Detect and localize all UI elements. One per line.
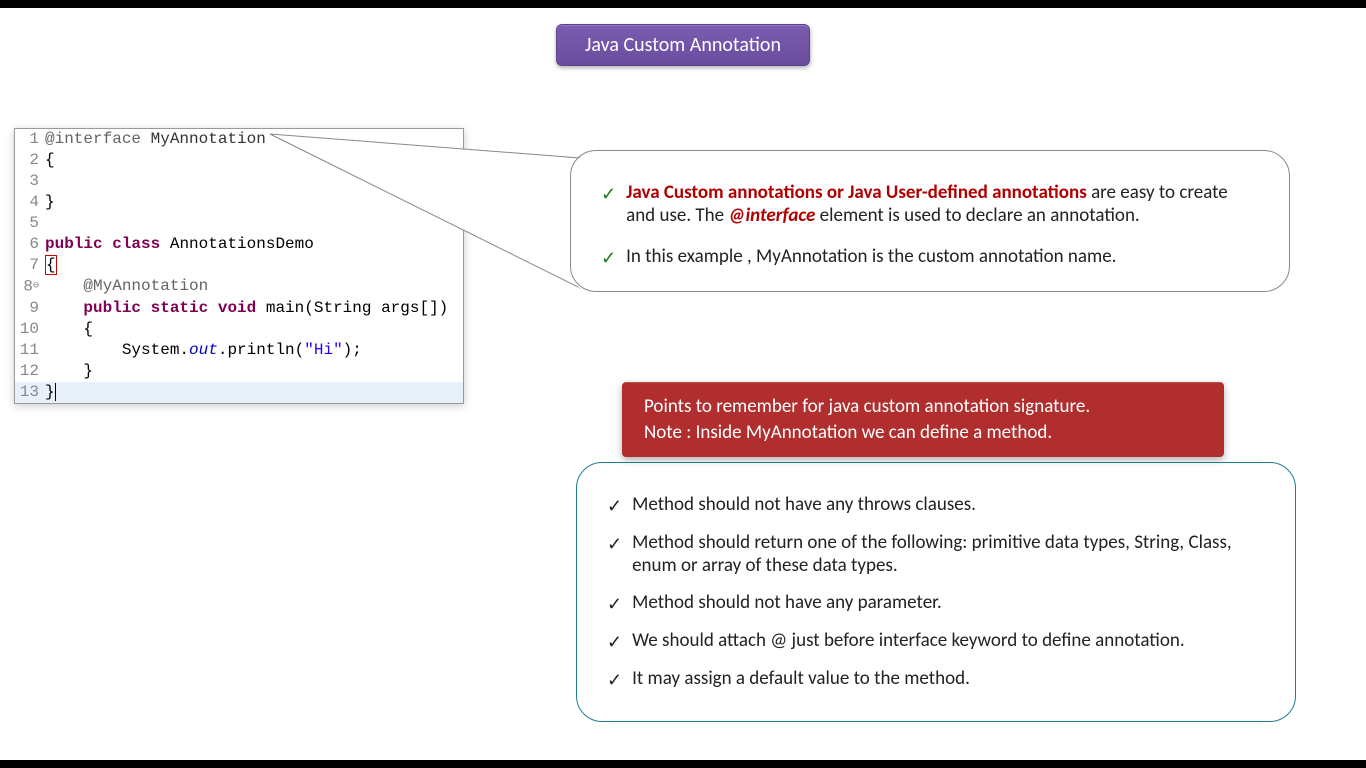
code-line: 8⊖ @MyAnnotation [15, 276, 463, 298]
points-item: ✓ We should attach @ just before interfac… [607, 629, 1265, 653]
points-text: It may assign a default value to the met… [632, 667, 970, 691]
points-text: We should attach @ just before interface… [632, 629, 1185, 653]
line-number: 3 [15, 171, 45, 192]
line-number: 4 [15, 192, 45, 213]
line-number: 1 [15, 129, 45, 150]
code-text: { [45, 319, 463, 340]
explanation-item: ✓ In this example , MyAnnotation is the c… [601, 245, 1259, 269]
line-number: 5 [15, 213, 45, 234]
line-number: 2 [15, 150, 45, 171]
line-number: 7 [15, 255, 45, 276]
code-text: @MyAnnotation [45, 276, 463, 298]
check-icon: ✓ [607, 669, 622, 691]
code-text [45, 171, 463, 192]
points-text: Method should not have any throws clause… [632, 493, 976, 517]
code-line: 11 System.out.println("Hi"); [15, 340, 463, 361]
code-line: 6public class AnnotationsDemo [15, 234, 463, 255]
code-line: 10 { [15, 319, 463, 340]
code-text: { [45, 255, 463, 276]
slide-title: Java Custom Annotation [556, 24, 810, 66]
points-header-line1: Points to remember for java custom annot… [644, 394, 1202, 420]
fold-minus-icon: ⊖ [33, 276, 39, 297]
check-icon: ✓ [607, 593, 622, 615]
points-header-line2: Note : Inside MyAnnotation we can define… [644, 420, 1202, 446]
code-text: System.out.println("Hi"); [45, 340, 463, 361]
line-number: 12 [15, 361, 45, 382]
points-item: ✓ Method should not have any throws claus… [607, 493, 1265, 517]
points-list-callout: ✓ Method should not have any throws claus… [576, 462, 1296, 722]
code-text: } [45, 192, 463, 213]
code-line: 2{ [15, 150, 463, 171]
slide-title-text: Java Custom Annotation [585, 33, 781, 57]
code-line: 1@interface MyAnnotation [15, 129, 463, 150]
explanation-item: ✓Java Custom annotations or Java User-de… [601, 181, 1259, 227]
code-line: 4} [15, 192, 463, 213]
code-text: } [45, 382, 463, 403]
code-line: 12 } [15, 361, 463, 382]
code-line: 13} [15, 382, 463, 403]
check-icon: ✓ [601, 247, 616, 269]
check-icon: ✓ [607, 631, 622, 653]
explanation-text: Java Custom annotations or Java User-def… [626, 181, 1259, 227]
code-text: } [45, 361, 463, 382]
check-icon: ✓ [607, 495, 622, 517]
points-header-box: Points to remember for java custom annot… [622, 382, 1224, 457]
check-icon: ✓ [601, 183, 616, 227]
code-text [45, 213, 463, 234]
code-text: public class AnnotationsDemo [45, 234, 463, 255]
points-text: Method should not have any parameter. [632, 591, 942, 615]
line-number: 10 [15, 319, 45, 340]
line-number: 9 [15, 298, 45, 319]
code-text: { [45, 150, 463, 171]
code-line: 7{ [15, 255, 463, 276]
code-line: 3 [15, 171, 463, 192]
line-number: 11 [15, 340, 45, 361]
explanation-callout: ✓Java Custom annotations or Java User-de… [570, 150, 1290, 292]
points-text: Method should return one of the followin… [632, 531, 1265, 577]
points-item: ✓Method should return one of the followi… [607, 531, 1265, 577]
line-number: 8⊖ [15, 276, 45, 298]
explanation-text: In this example , MyAnnotation is the cu… [626, 245, 1116, 269]
check-icon: ✓ [607, 533, 622, 577]
code-editor-panel: 1@interface MyAnnotation2{34}56public cl… [14, 128, 464, 404]
code-text: public static void main(String args[]) [45, 298, 463, 319]
line-number: 6 [15, 234, 45, 255]
code-line: 9 public static void main(String args[]) [15, 298, 463, 319]
code-text: @interface MyAnnotation [45, 129, 463, 150]
code-line: 5 [15, 213, 463, 234]
points-item: ✓ It may assign a default value to the me… [607, 667, 1265, 691]
points-item: ✓ Method should not have any parameter. [607, 591, 1265, 615]
line-number: 13 [15, 382, 45, 403]
